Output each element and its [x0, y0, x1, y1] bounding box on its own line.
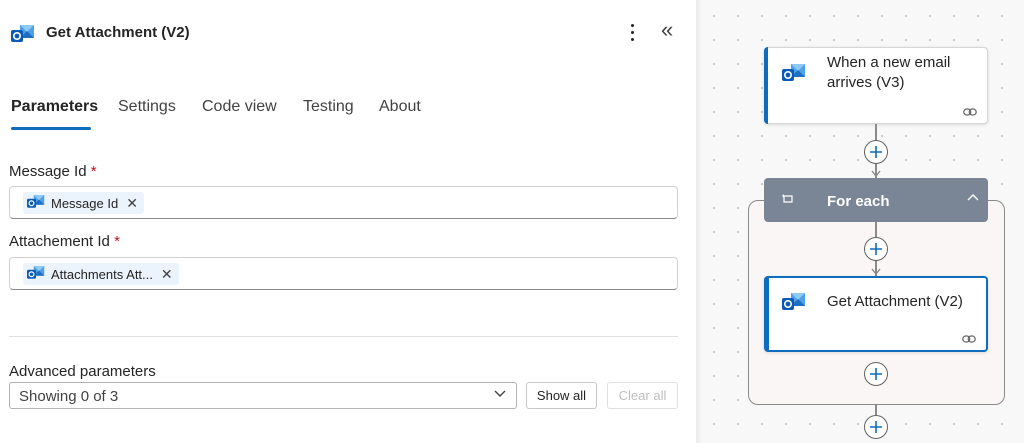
outlook-icon [10, 21, 36, 50]
add-step-button[interactable] [864, 362, 888, 386]
active-tab-indicator [11, 127, 91, 130]
plus-icon [870, 243, 882, 255]
attachment-id-token[interactable]: Attachments Att... ✕ [23, 263, 179, 285]
plus-icon [870, 146, 882, 158]
node-accent-bar [765, 277, 769, 351]
panel-title: Get Attachment (V2) [46, 24, 190, 41]
attachment-id-token-text: Attachments Att... [51, 266, 153, 282]
plus-icon [870, 368, 882, 380]
advanced-parameters-label: Advanced parameters [9, 363, 156, 380]
action-details-panel: Get Attachment (V2) « Parameters Setting… [0, 0, 696, 443]
advanced-parameters-dropdown[interactable]: Showing 0 of 3 [9, 382, 517, 409]
add-step-button[interactable] [864, 140, 888, 164]
advanced-parameters-value: Showing 0 of 3 [19, 388, 119, 405]
tab-settings[interactable]: Settings [118, 98, 176, 116]
for-each-title: For each [827, 193, 890, 210]
message-id-field[interactable]: Message Id ✕ [9, 186, 678, 219]
link-icon [962, 335, 976, 343]
close-icon[interactable]: ✕ [161, 266, 173, 283]
message-id-token-text: Message Id [51, 195, 119, 211]
message-id-token[interactable]: Message Id ✕ [23, 192, 144, 214]
link-icon [963, 108, 977, 116]
add-step-button[interactable] [864, 237, 888, 261]
get-attachment-node-title: Get Attachment (V2) [827, 293, 963, 310]
attachment-id-label: Attachement Id * [9, 233, 120, 250]
connector-line [875, 405, 877, 415]
trigger-title-line1: When a new email [827, 54, 951, 71]
add-step-button[interactable] [864, 415, 888, 439]
arrow-down-icon [871, 268, 881, 275]
tab-testing[interactable]: Testing [303, 98, 354, 116]
plus-icon [870, 421, 882, 433]
attachment-id-label-text: Attachement Id [9, 233, 110, 250]
panel-header: Get Attachment (V2) « [0, 0, 696, 66]
more-vertical-icon [630, 24, 634, 27]
arrow-down-icon [871, 170, 881, 177]
trigger-node-title: When a new email arrives (V3) [827, 53, 950, 93]
message-id-label: Message Id * [9, 163, 97, 180]
required-mark: * [114, 233, 120, 250]
show-all-button[interactable]: Show all [526, 382, 597, 409]
tab-code-view[interactable]: Code view [202, 98, 277, 116]
node-accent-bar [764, 47, 768, 124]
for-each-header[interactable]: For each [764, 178, 988, 222]
outlook-icon [781, 289, 807, 318]
outlook-icon [26, 263, 46, 286]
close-icon[interactable]: ✕ [126, 195, 138, 212]
trigger-title-line2: arrives (V3) [827, 74, 905, 91]
section-divider [9, 336, 678, 337]
tab-about[interactable]: About [379, 98, 421, 116]
more-dot [630, 31, 634, 34]
outlook-icon [26, 192, 46, 215]
chevron-up-icon[interactable] [967, 193, 979, 203]
chevron-down-icon [494, 390, 506, 397]
attachment-id-field[interactable]: Attachments Att... ✕ [9, 257, 678, 290]
message-id-label-text: Message Id [9, 163, 87, 180]
more-options-button[interactable] [624, 20, 640, 46]
tab-parameters[interactable]: Parameters [11, 98, 98, 116]
outlook-icon [781, 60, 807, 89]
collapse-left-icon[interactable]: « [661, 18, 673, 42]
get-attachment-node[interactable]: Get Attachment (V2) [764, 276, 988, 352]
loop-icon [782, 194, 793, 203]
canvas-edge-shadow [696, 0, 702, 443]
trigger-node[interactable]: When a new email arrives (V3) [764, 47, 988, 124]
clear-all-button[interactable]: Clear all [607, 382, 678, 409]
required-mark: * [90, 163, 97, 180]
more-dot [630, 38, 634, 41]
